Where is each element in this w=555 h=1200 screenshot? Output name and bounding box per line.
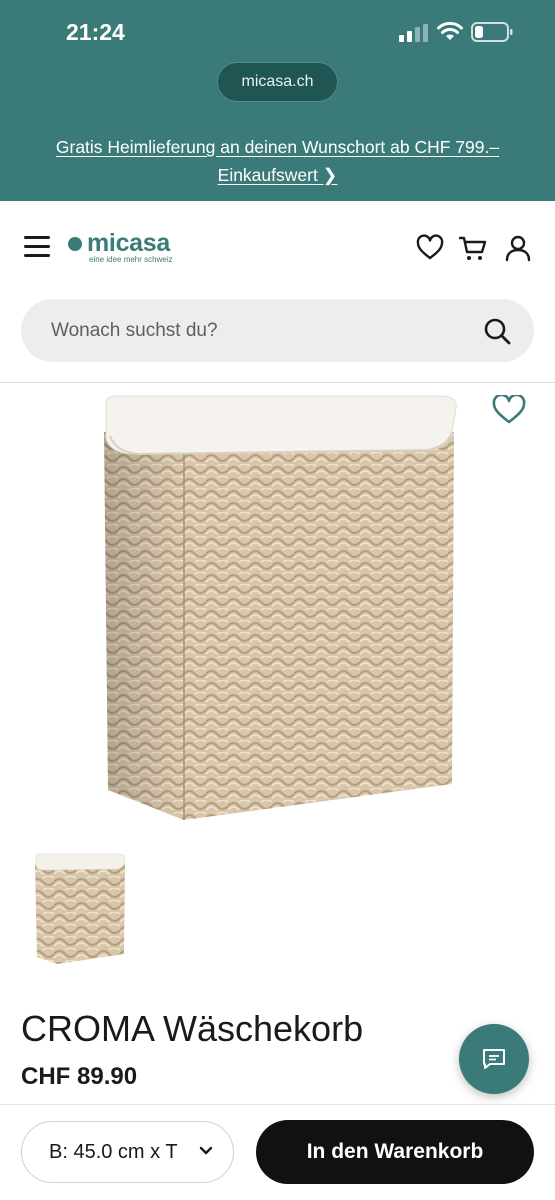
- wifi-icon: [437, 21, 463, 40]
- promo-line-1[interactable]: Gratis Heimlieferung an deinen Wunschort…: [56, 137, 499, 157]
- status-bar: 21:24: [0, 0, 555, 62]
- battery-icon: [471, 22, 513, 42]
- cart-icon[interactable]: [459, 234, 487, 262]
- logo-text: micasa: [87, 229, 170, 257]
- search-input[interactable]: [51, 299, 471, 362]
- cellular-signal-icon: [399, 24, 428, 42]
- promo-banner[interactable]: Gratis Heimlieferung an deinen Wunschort…: [20, 133, 535, 189]
- url-text: micasa.ch: [241, 73, 314, 90]
- chevron-down-icon: [199, 1146, 213, 1155]
- header-divider: [0, 382, 555, 383]
- chat-icon: [483, 1049, 505, 1069]
- browser-url-bar[interactable]: micasa.ch: [217, 62, 338, 102]
- add-to-cart-button[interactable]: In den Warenkorb: [256, 1120, 534, 1184]
- micasa-logo[interactable]: micasa eine idee mehr schweiz: [68, 229, 198, 269]
- wishlist-heart-icon[interactable]: [416, 234, 444, 262]
- product-price: CHF 89.90: [21, 1063, 138, 1090]
- status-time: 21:24: [66, 19, 125, 45]
- add-to-cart-label: In den Warenkorb: [306, 1140, 484, 1163]
- product-thumbnail[interactable]: [32, 852, 127, 965]
- search-bar[interactable]: [21, 299, 534, 362]
- logo-tagline: eine idee mehr schweiz: [89, 255, 173, 264]
- search-icon[interactable]: [483, 317, 511, 345]
- logo-dot: [68, 237, 82, 251]
- size-select-value: B: 45.0 cm x T: [49, 1140, 178, 1163]
- promo-line-2[interactable]: Einkaufswert ❯: [218, 165, 338, 185]
- product-title: CROMA Wäschekorb: [21, 1008, 364, 1049]
- chat-button[interactable]: [459, 1024, 529, 1094]
- menu-icon[interactable]: [24, 236, 50, 258]
- product-image[interactable]: [96, 392, 462, 824]
- add-to-wishlist-heart-icon[interactable]: [492, 395, 526, 425]
- account-icon[interactable]: [504, 234, 532, 262]
